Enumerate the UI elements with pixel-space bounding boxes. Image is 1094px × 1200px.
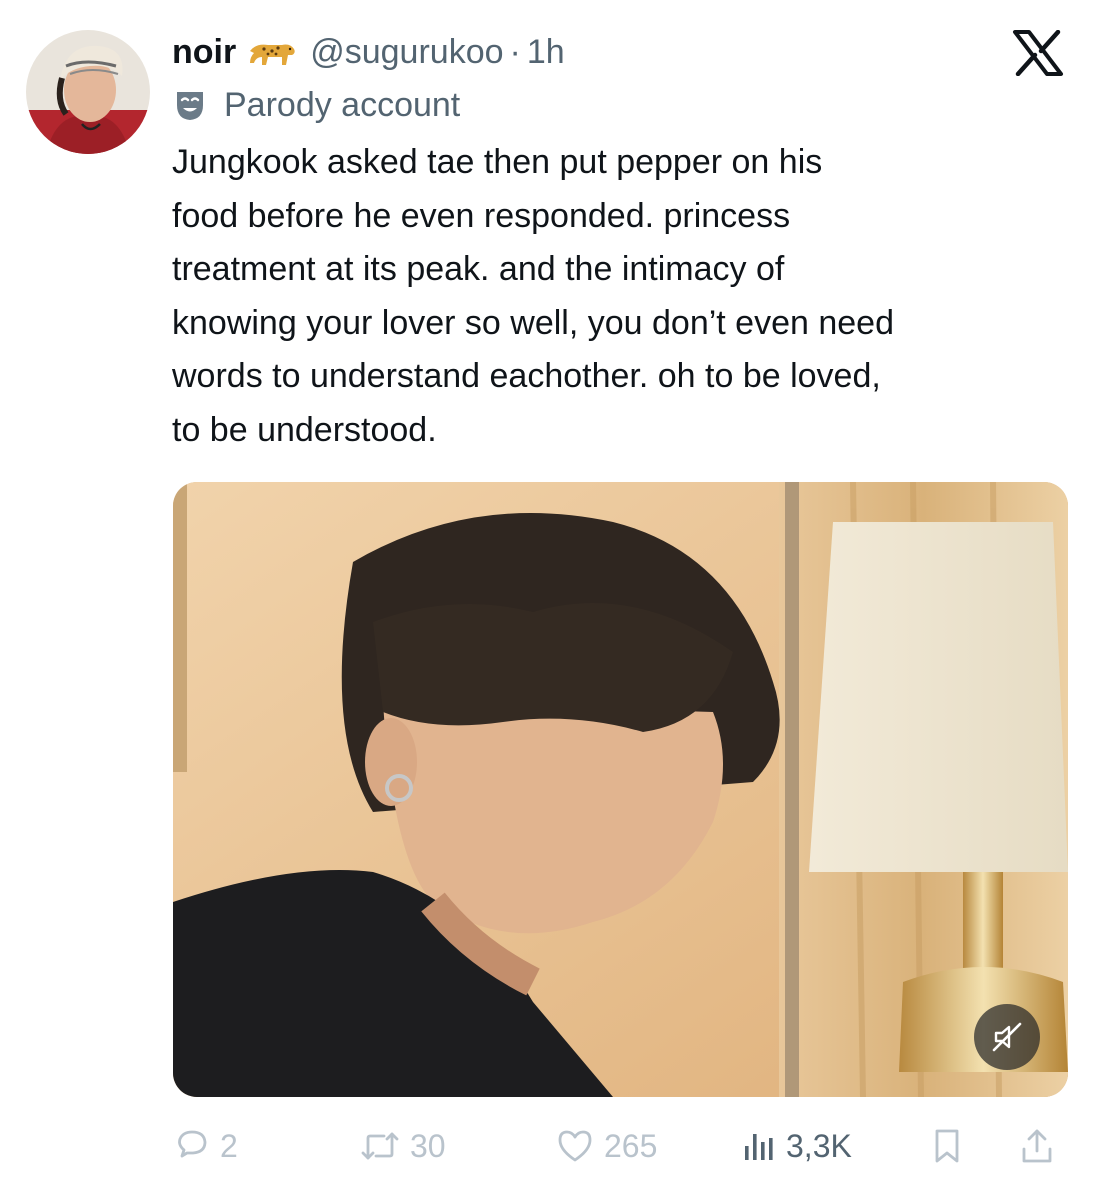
theater-mask-icon — [172, 87, 208, 123]
repost-button[interactable]: 30 — [360, 1118, 446, 1174]
parody-account-label: Parody account — [224, 85, 461, 124]
author-display-name[interactable]: noir — [172, 33, 236, 72]
view-count: 3,3K — [786, 1127, 852, 1164]
parody-label-row: Parody account — [172, 82, 460, 128]
like-button[interactable]: 265 — [556, 1118, 657, 1174]
heart-icon — [558, 1130, 592, 1162]
views-icon — [745, 1134, 773, 1160]
repost-count: 30 — [410, 1127, 446, 1164]
tweet: noir @sugurukoo · 1h Parody account Jung… — [0, 0, 1094, 1200]
bookmark-button[interactable] — [932, 1118, 962, 1174]
leopard-emoji-icon — [246, 35, 298, 69]
separator-dot: · — [509, 32, 521, 71]
reply-button[interactable]: 2 — [174, 1118, 238, 1174]
like-count: 265 — [604, 1127, 658, 1164]
video-frame — [173, 482, 1068, 1097]
avatar[interactable] — [26, 30, 150, 154]
mute-toggle-button[interactable] — [974, 1004, 1040, 1070]
author-handle[interactable]: @sugurukoo — [310, 33, 503, 72]
repost-icon — [361, 1132, 399, 1160]
views-button[interactable]: 3,3K — [742, 1118, 852, 1174]
tweet-text: Jungkook asked tae then put pepper on hi… — [172, 143, 894, 449]
bookmark-icon — [935, 1129, 959, 1163]
avatar-image — [26, 30, 150, 154]
x-logo-icon — [1012, 29, 1064, 77]
tweet-actions: 2 30 265 3,3K — [172, 1118, 1072, 1174]
author-header: noir @sugurukoo · 1h — [172, 28, 565, 76]
reply-count: 2 — [220, 1127, 238, 1164]
post-time[interactable]: 1h — [527, 33, 565, 72]
video-player[interactable] — [173, 482, 1068, 1097]
reply-icon — [178, 1130, 207, 1158]
speaker-muted-icon — [992, 1022, 1022, 1052]
share-button[interactable] — [1020, 1118, 1054, 1174]
share-icon — [1022, 1129, 1052, 1163]
